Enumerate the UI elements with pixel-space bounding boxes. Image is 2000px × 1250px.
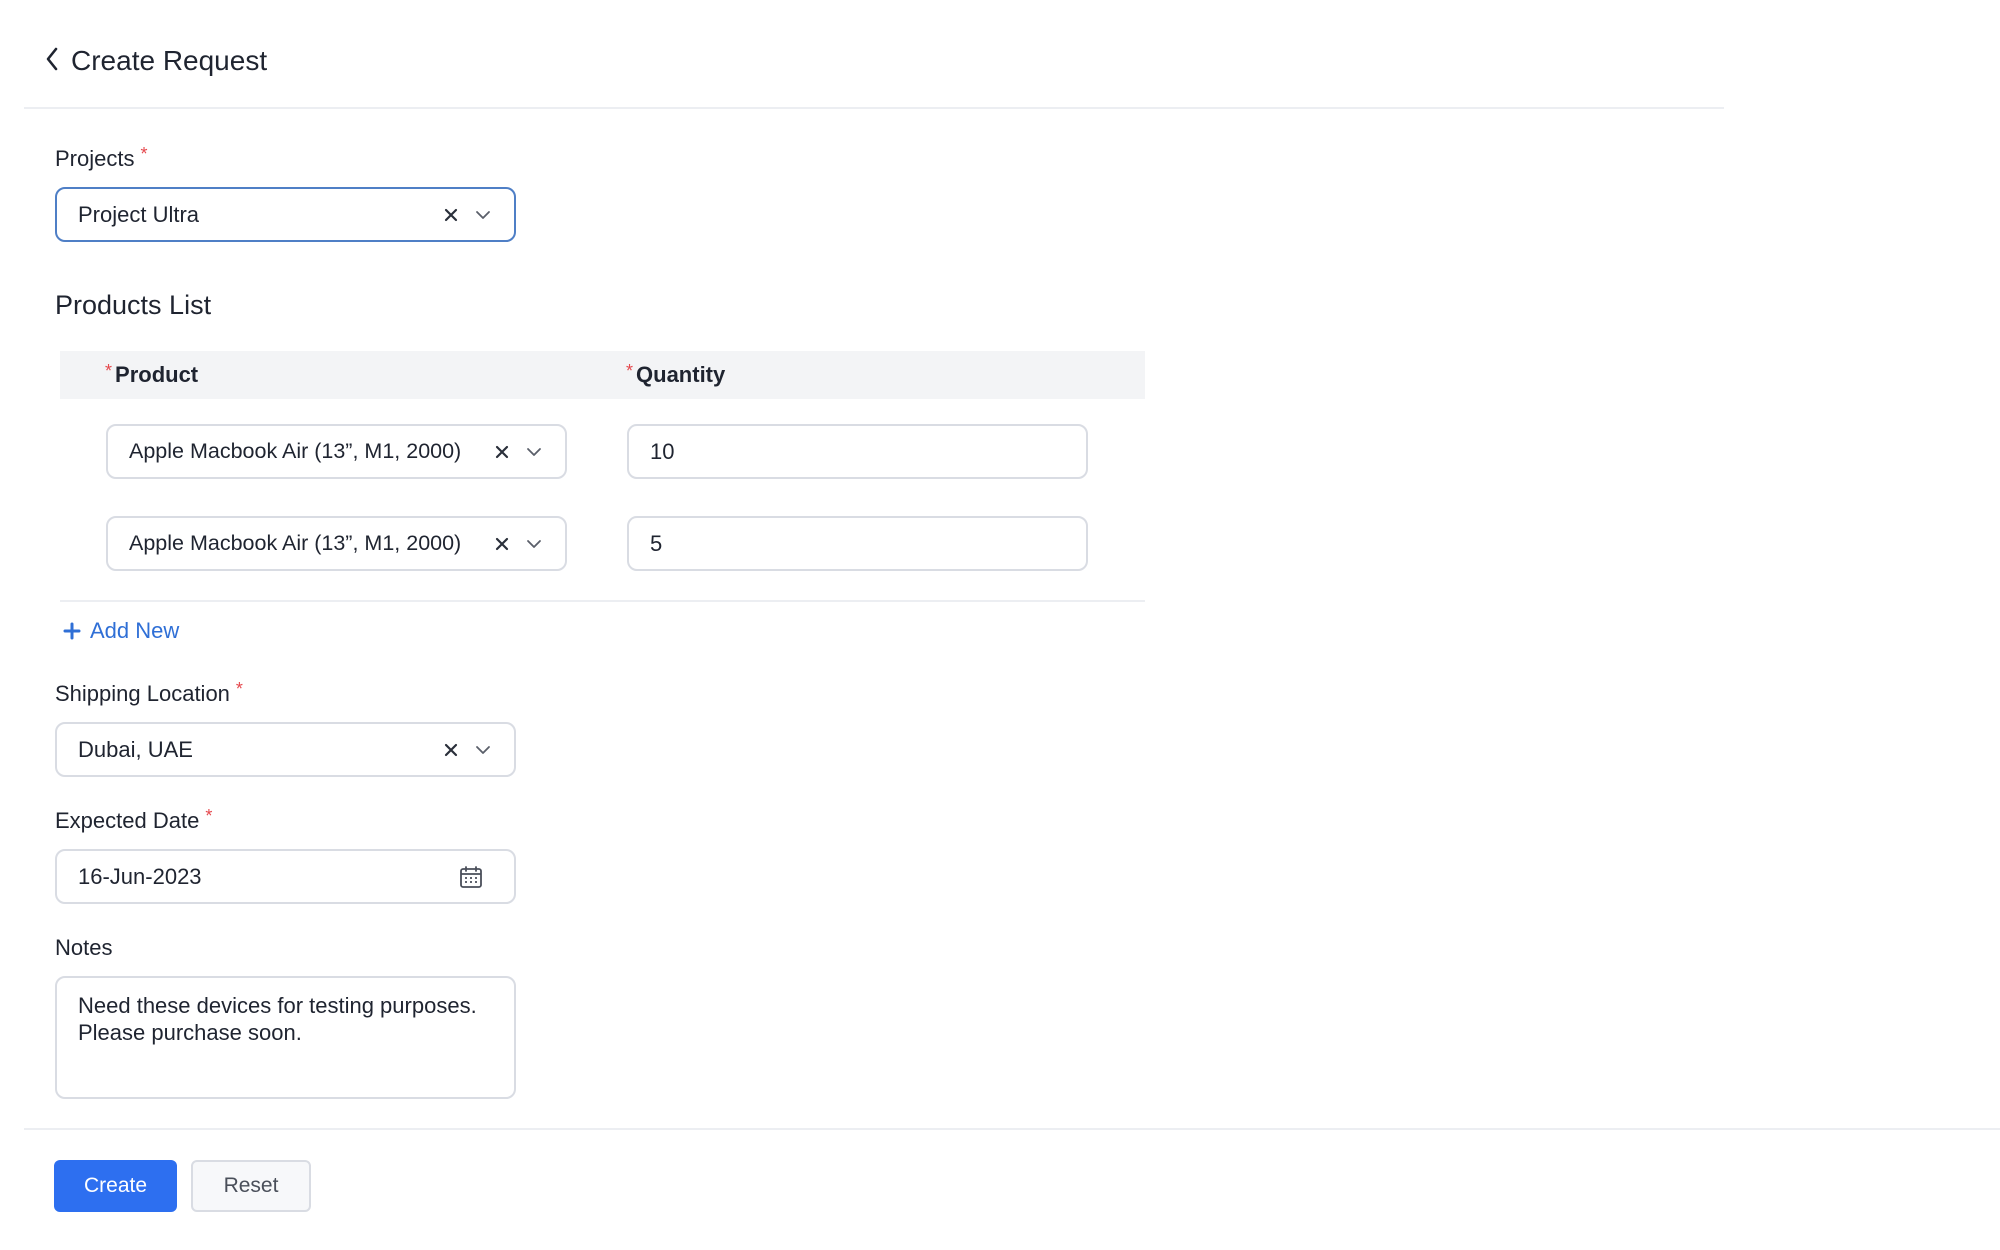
create-request-page: Create Request Projects * Project Ultra P… xyxy=(0,0,2000,1250)
chevron-down-icon[interactable] xyxy=(474,206,492,224)
product-select-value: Apple Macbook Air (13”, M1, 2000) xyxy=(129,439,462,463)
product-select[interactable]: Apple Macbook Air (13”, M1, 2000) xyxy=(106,424,567,479)
shipping-location-value: Dubai, UAE xyxy=(78,736,193,762)
notes-label: Notes xyxy=(55,935,113,960)
expected-date-input[interactable]: 16-Jun-2023 xyxy=(55,849,516,904)
products-table-header: * Product * Quantity xyxy=(60,351,1145,399)
plus-icon xyxy=(62,621,82,641)
footer-divider xyxy=(24,1128,2000,1130)
required-mark: * xyxy=(105,361,113,381)
clear-icon[interactable] xyxy=(442,206,460,224)
back-button[interactable] xyxy=(38,42,66,80)
quantity-column-label: Quantity xyxy=(636,362,726,387)
products-list-title: Products List xyxy=(55,290,212,320)
quantity-column-header: * Quantity xyxy=(626,360,725,391)
add-new-label: Add New xyxy=(90,618,180,643)
expected-date-label-text: Expected Date xyxy=(55,808,200,833)
notes-textarea[interactable]: Need these devices for testing purposes.… xyxy=(55,976,516,1099)
chevron-down-icon[interactable] xyxy=(474,741,492,759)
product-select-value: Apple Macbook Air (13”, M1, 2000) xyxy=(129,531,462,555)
chevron-left-icon xyxy=(45,47,59,76)
expected-date-label: Expected Date * xyxy=(55,806,212,837)
quantity-input-value: 5 xyxy=(650,530,663,556)
clear-icon[interactable] xyxy=(493,535,511,553)
projects-label-text: Projects xyxy=(55,146,135,171)
chevron-down-icon[interactable] xyxy=(525,535,543,553)
create-button[interactable]: Create xyxy=(54,1160,177,1212)
reset-button[interactable]: Reset xyxy=(191,1160,311,1212)
expected-date-value: 16-Jun-2023 xyxy=(78,863,202,889)
shipping-location-label-text: Shipping Location xyxy=(55,681,230,706)
product-column-header: * Product xyxy=(105,360,198,391)
shipping-location-label: Shipping Location * xyxy=(55,679,243,710)
table-divider xyxy=(60,600,1145,602)
product-select[interactable]: Apple Macbook Air (13”, M1, 2000) xyxy=(106,516,567,571)
chevron-down-icon[interactable] xyxy=(525,443,543,461)
shipping-location-select[interactable]: Dubai, UAE xyxy=(55,722,516,777)
clear-icon[interactable] xyxy=(493,443,511,461)
clear-icon[interactable] xyxy=(442,741,460,759)
calendar-icon[interactable] xyxy=(458,864,484,890)
quantity-input-value: 10 xyxy=(650,438,675,464)
required-mark: * xyxy=(205,806,213,826)
quantity-input[interactable]: 5 xyxy=(627,516,1088,571)
add-new-button[interactable]: Add New xyxy=(62,614,179,648)
projects-select-value: Project Ultra xyxy=(78,201,200,227)
projects-label: Projects * xyxy=(55,144,148,175)
required-mark: * xyxy=(235,679,243,699)
required-mark: * xyxy=(140,144,148,164)
quantity-input[interactable]: 10 xyxy=(627,424,1088,479)
projects-select[interactable]: Project Ultra xyxy=(55,187,516,242)
product-column-label: Product xyxy=(115,362,199,387)
page-title: Create Request xyxy=(71,45,268,76)
page-header: Create Request xyxy=(24,0,1724,109)
required-mark: * xyxy=(626,361,634,381)
